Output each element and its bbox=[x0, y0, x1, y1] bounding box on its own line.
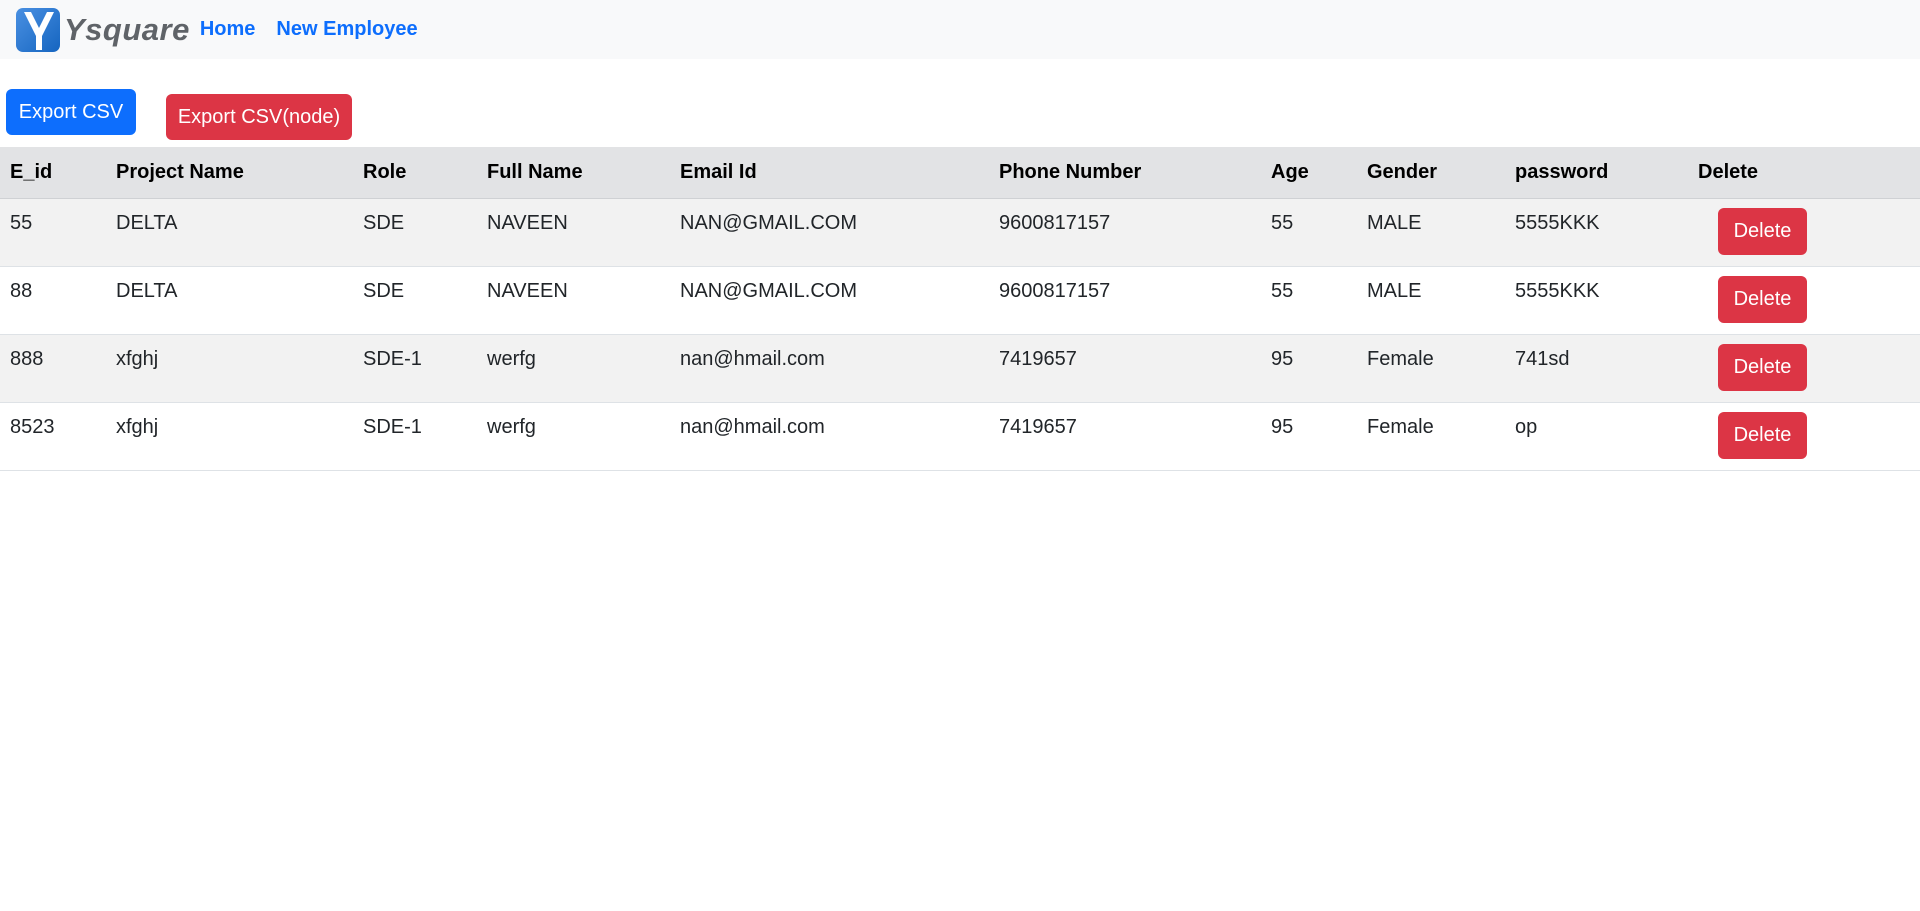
header-password: password bbox=[1505, 147, 1688, 199]
cell-e-id: 8523 bbox=[0, 402, 106, 471]
cell-e-id: 55 bbox=[0, 198, 106, 267]
cell-password: 5555KKK bbox=[1505, 198, 1688, 267]
cell-email: NAN@GMAIL.COM bbox=[670, 266, 989, 335]
table-header-row: E_id Project Name Role Full Name Email I… bbox=[0, 147, 1920, 199]
brand-name: Ysquare bbox=[64, 11, 190, 47]
table-row: 55 DELTA SDE NAVEEN NAN@GMAIL.COM 960081… bbox=[0, 198, 1920, 267]
cell-project-name: DELTA bbox=[106, 266, 353, 335]
table-row: 888 xfghj SDE-1 werfg nan@hmail.com 7419… bbox=[0, 334, 1920, 403]
delete-button[interactable]: Delete bbox=[1718, 275, 1807, 323]
cell-project-name: DELTA bbox=[106, 198, 353, 267]
header-project-name: Project Name bbox=[106, 147, 353, 199]
actions-bar: Export CSV Export CSV(node) bbox=[0, 59, 1920, 147]
cell-email: NAN@GMAIL.COM bbox=[670, 198, 989, 267]
header-email-id: Email Id bbox=[670, 147, 989, 199]
table-row: 88 DELTA SDE NAVEEN NAN@GMAIL.COM 960081… bbox=[0, 266, 1920, 335]
cell-password: op bbox=[1505, 402, 1688, 471]
cell-age: 95 bbox=[1261, 402, 1357, 471]
header-delete: Delete bbox=[1688, 147, 1920, 199]
cell-gender: Female bbox=[1357, 334, 1505, 403]
header-role: Role bbox=[353, 147, 477, 199]
cell-project-name: xfghj bbox=[106, 334, 353, 403]
cell-gender: MALE bbox=[1357, 266, 1505, 335]
brand[interactable]: Ysquare bbox=[14, 0, 190, 59]
cell-phone: 7419657 bbox=[989, 334, 1261, 403]
nav-link-home[interactable]: Home bbox=[200, 18, 256, 41]
header-phone-number: Phone Number bbox=[989, 147, 1261, 199]
header-gender: Gender bbox=[1357, 147, 1505, 199]
cell-full-name: NAVEEN bbox=[477, 266, 670, 335]
cell-delete: Delete bbox=[1688, 334, 1920, 403]
cell-phone: 9600817157 bbox=[989, 198, 1261, 267]
table-row: 8523 xfghj SDE-1 werfg nan@hmail.com 741… bbox=[0, 402, 1920, 471]
header-age: Age bbox=[1261, 147, 1357, 199]
nav-link-new-employee[interactable]: New Employee bbox=[276, 18, 417, 41]
cell-email: nan@hmail.com bbox=[670, 334, 989, 403]
employee-table: E_id Project Name Role Full Name Email I… bbox=[0, 147, 1920, 471]
cell-e-id: 88 bbox=[0, 266, 106, 335]
cell-role: SDE bbox=[353, 266, 477, 335]
navbar: Ysquare Home New Employee bbox=[0, 0, 1920, 59]
header-full-name: Full Name bbox=[477, 147, 670, 199]
cell-age: 55 bbox=[1261, 266, 1357, 335]
cell-delete: Delete bbox=[1688, 266, 1920, 335]
cell-role: SDE-1 bbox=[353, 334, 477, 403]
cell-gender: MALE bbox=[1357, 198, 1505, 267]
cell-phone: 9600817157 bbox=[989, 266, 1261, 335]
cell-delete: Delete bbox=[1688, 198, 1920, 267]
cell-delete: Delete bbox=[1688, 402, 1920, 471]
cell-phone: 7419657 bbox=[989, 402, 1261, 471]
cell-age: 55 bbox=[1261, 198, 1357, 267]
cell-email: nan@hmail.com bbox=[670, 402, 989, 471]
delete-button[interactable]: Delete bbox=[1718, 207, 1807, 255]
delete-button[interactable]: Delete bbox=[1718, 411, 1807, 459]
ysquare-logo-icon bbox=[16, 7, 60, 52]
cell-full-name: NAVEEN bbox=[477, 198, 670, 267]
cell-role: SDE-1 bbox=[353, 402, 477, 471]
export-csv-node-button[interactable]: Export CSV(node) bbox=[166, 94, 352, 140]
cell-role: SDE bbox=[353, 198, 477, 267]
cell-e-id: 888 bbox=[0, 334, 106, 403]
cell-project-name: xfghj bbox=[106, 402, 353, 471]
cell-full-name: werfg bbox=[477, 402, 670, 471]
cell-password: 741sd bbox=[1505, 334, 1688, 403]
cell-age: 95 bbox=[1261, 334, 1357, 403]
cell-gender: Female bbox=[1357, 402, 1505, 471]
delete-button[interactable]: Delete bbox=[1718, 343, 1807, 391]
export-csv-button[interactable]: Export CSV bbox=[6, 89, 136, 135]
cell-password: 5555KKK bbox=[1505, 266, 1688, 335]
cell-full-name: werfg bbox=[477, 334, 670, 403]
header-e-id: E_id bbox=[0, 147, 106, 199]
